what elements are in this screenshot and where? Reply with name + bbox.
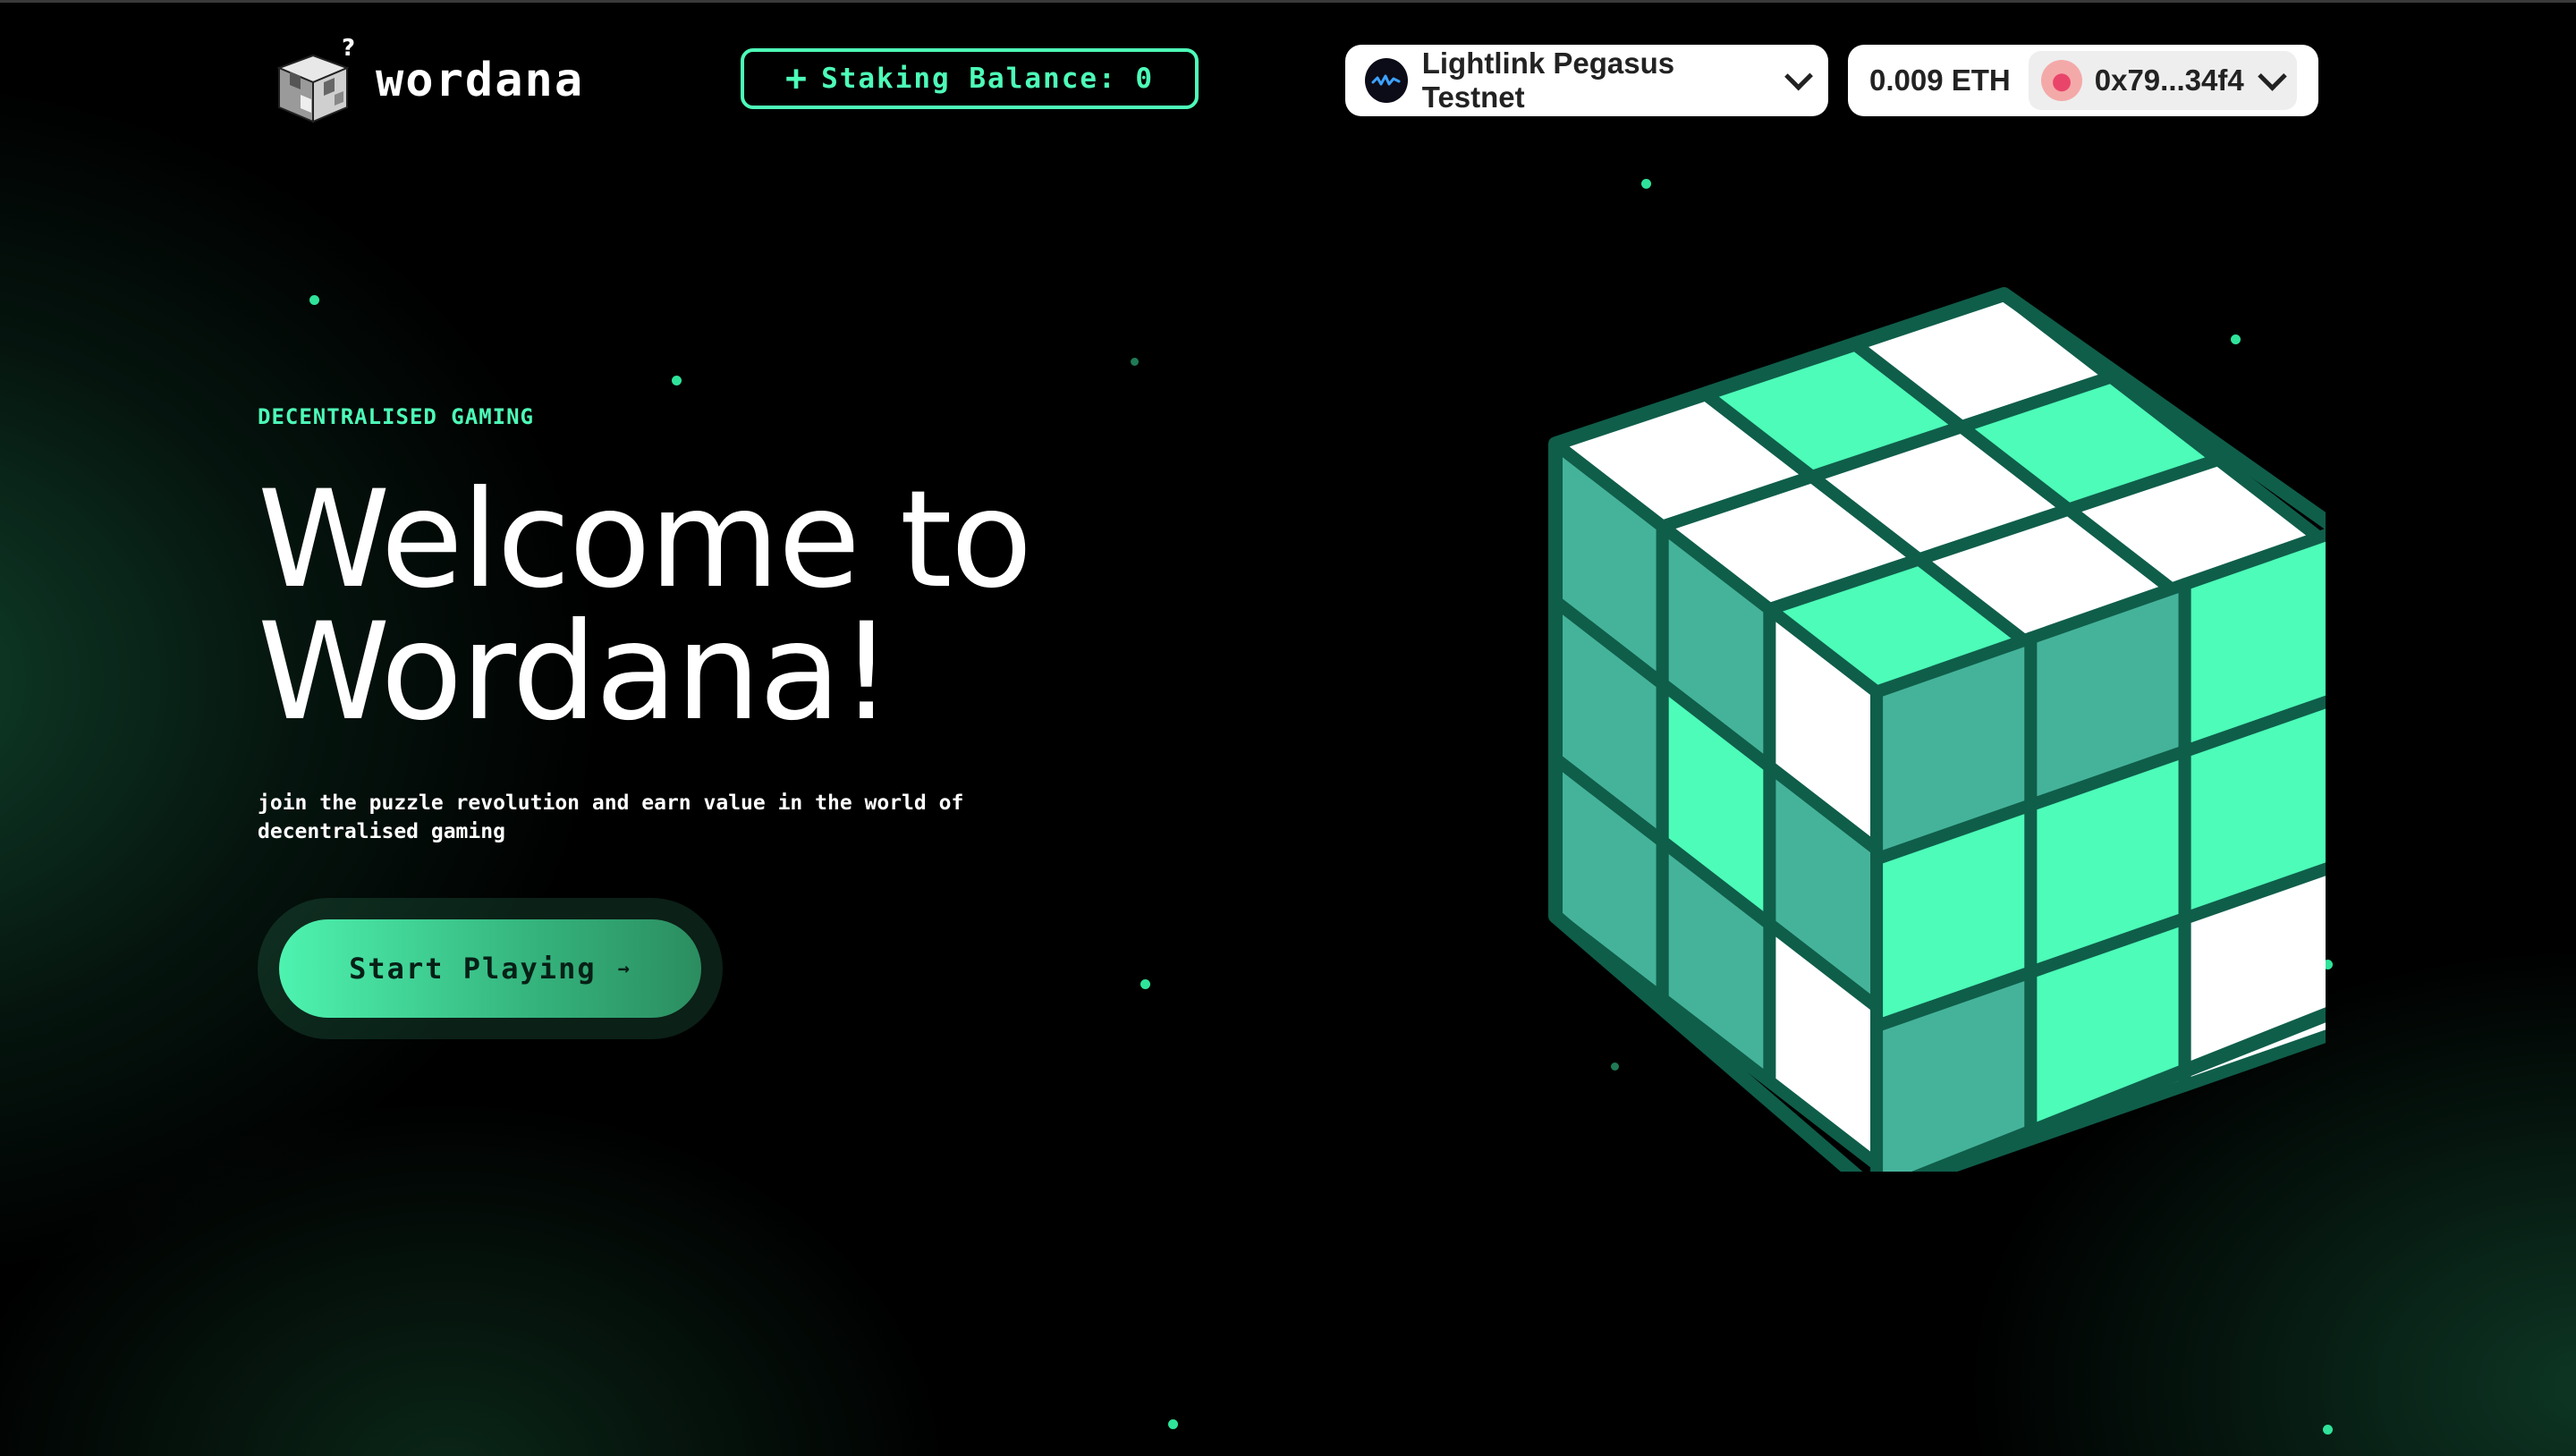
- lightlink-icon: [1365, 58, 1408, 103]
- title-line-2: Wordana!: [258, 595, 894, 750]
- rubiks-cube-illustration: [1548, 287, 2326, 1172]
- decor-dot: [1168, 1419, 1178, 1429]
- top-border: [0, 0, 2576, 3]
- decor-dot: [1140, 979, 1150, 989]
- decor-dot: [2323, 1425, 2333, 1435]
- title-line-1: Welcome to: [258, 462, 1032, 618]
- decor-dot: [309, 295, 319, 305]
- hero-subtitle: join the puzzle revolution and earn valu…: [258, 791, 964, 843]
- arrow-right-icon: →: [617, 957, 631, 980]
- staking-balance-label: Staking Balance: 0: [821, 63, 1155, 95]
- logo-text: wordana: [376, 54, 585, 107]
- avatar-icon: [2040, 60, 2082, 101]
- chevron-down-icon: [2257, 61, 2287, 91]
- wallet-widget: 0.009 ETH 0x79...34f4: [1848, 45, 2318, 116]
- account-button[interactable]: 0x79...34f4: [2028, 51, 2297, 110]
- decor-dot: [1641, 179, 1651, 189]
- wallet-address: 0x79...34f4: [2094, 63, 2244, 97]
- page: ? wordana + Staking Balance: 0 Lightlink…: [0, 0, 2576, 1456]
- start-playing-button[interactable]: Start Playing →: [279, 919, 701, 1018]
- logo[interactable]: ? wordana: [268, 36, 584, 125]
- decor-dot: [1131, 358, 1139, 366]
- svg-text:?: ?: [342, 36, 355, 62]
- eth-balance[interactable]: 0.009 ETH: [1869, 63, 2011, 97]
- start-playing-label: Start Playing: [349, 952, 597, 986]
- staking-balance-button[interactable]: + Staking Balance: 0: [741, 48, 1199, 109]
- decor-dot: [672, 376, 682, 385]
- hero-eyebrow: DECENTRALISED GAMING: [258, 404, 534, 429]
- logo-cube-icon: ?: [276, 36, 355, 123]
- network-name: Lightlink Pegasus Testnet: [1421, 47, 1675, 114]
- plus-icon: +: [784, 58, 809, 99]
- network-selector[interactable]: Lightlink Pegasus Testnet: [1345, 45, 1828, 116]
- chevron-down-icon: [1784, 62, 1813, 90]
- page-title: Welcome to Wordana!: [258, 462, 1241, 750]
